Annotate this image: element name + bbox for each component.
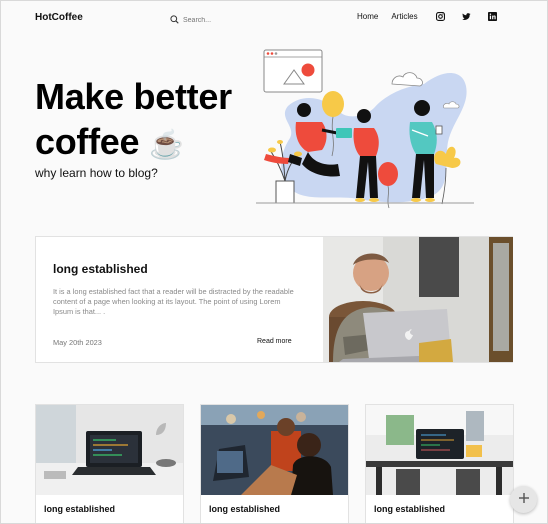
brand-logo[interactable]: HotCoffee bbox=[35, 12, 83, 23]
post-card-3[interactable]: long established bbox=[365, 404, 514, 523]
post-card-image bbox=[366, 405, 513, 495]
post-card-title[interactable]: long established bbox=[209, 504, 280, 514]
instagram-icon[interactable] bbox=[435, 12, 445, 21]
search-icon bbox=[170, 11, 179, 29]
nav-articles-link[interactable]: Articles bbox=[391, 12, 417, 21]
twitter-icon[interactable] bbox=[461, 12, 471, 21]
post-card-2[interactable]: long established bbox=[200, 404, 349, 523]
post-card-image bbox=[36, 405, 183, 495]
featured-post-image bbox=[323, 237, 513, 362]
featured-post-title[interactable]: long established bbox=[53, 262, 148, 276]
hero-title-line2: coffee ☕ bbox=[35, 119, 232, 167]
hero-illustration bbox=[256, 46, 476, 211]
nav-links: Home Articles bbox=[357, 12, 497, 21]
search-input[interactable] bbox=[183, 16, 263, 24]
top-nav: HotCoffee Home Articles bbox=[1, 1, 547, 33]
search-bar[interactable] bbox=[170, 11, 263, 29]
post-card-title[interactable]: long established bbox=[44, 504, 115, 514]
social-links bbox=[435, 12, 497, 21]
hero-subtitle: why learn how to blog? bbox=[35, 166, 158, 180]
post-card-image bbox=[201, 405, 348, 495]
read-more-link[interactable]: Read more bbox=[257, 338, 292, 345]
hero-title-line1: Make better bbox=[35, 76, 232, 117]
linkedin-icon[interactable] bbox=[487, 12, 497, 21]
nav-home-link[interactable]: Home bbox=[357, 12, 378, 21]
plus-icon bbox=[518, 491, 530, 509]
post-card-1[interactable]: long established bbox=[35, 404, 184, 523]
featured-post-card[interactable]: long established It is a long establishe… bbox=[35, 236, 513, 363]
post-card-title[interactable]: long established bbox=[374, 504, 445, 514]
coffee-emoji: ☕ bbox=[148, 129, 184, 160]
featured-post-date: May 20th 2023 bbox=[53, 338, 102, 347]
hero-title-word: coffee bbox=[35, 121, 140, 162]
page: HotCoffee Home Articles bbox=[0, 0, 548, 524]
add-button[interactable] bbox=[510, 486, 537, 513]
hero-title: Make better coffee ☕ bbox=[35, 74, 232, 167]
featured-post-excerpt: It is a long established fact that a rea… bbox=[53, 287, 294, 316]
